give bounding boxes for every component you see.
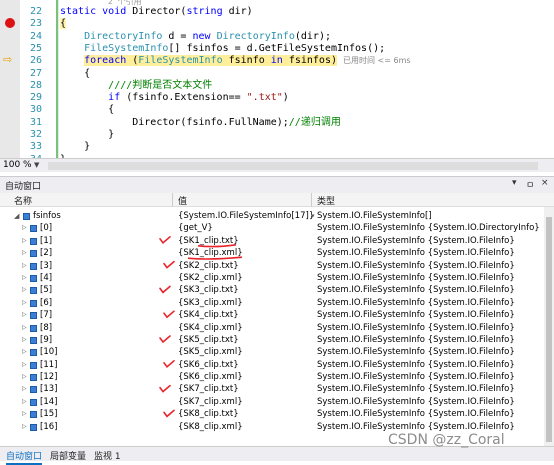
code-editor[interactable]: ⇨ 22 static void Director(string dir) 2 个引… [0, 0, 554, 158]
line-number: 22 [29, 6, 42, 17]
checkmark-annotation [163, 409, 175, 418]
underline-annotation [197, 244, 237, 248]
tab-autos[interactable]: 自动窗口 [6, 449, 43, 465]
code-text: static void Director(string dir) [60, 6, 253, 17]
checkmark-annotation [159, 335, 171, 344]
code-line[interactable]: 29 if (fsinfo.Extension== ".txt") [0, 92, 554, 104]
code-text: Director(fsinfo.FullName);//递归调用 [60, 116, 341, 128]
zoom-bar: 100 % ▼ [0, 158, 554, 172]
line-number: 32 [29, 129, 42, 140]
checkmark-annotation [163, 360, 175, 368]
checkmark-annotation [159, 285, 171, 294]
line-number: 31 [29, 116, 42, 128]
line-number: 24 [29, 30, 42, 42]
watermark: CSDN @zz_Coral [388, 432, 505, 448]
line-number: 25 [29, 42, 42, 54]
autos-window: 自动窗口 ▾ ㅁ × 名称 值 类型 ◢ fsinfos {System.IO.Fi… [0, 176, 554, 447]
code-text: FileSystemInfo[] fsinfos = d.GetFileSyst… [84, 42, 386, 54]
horizontal-scrollbar[interactable] [48, 162, 538, 170]
code-line[interactable]: 31 Director(fsinfo.FullName);//递归调用 [0, 117, 554, 129]
code-line[interactable]: 24 DirectoryInfo d = new DirectoryInfo(d… [0, 31, 554, 43]
checkmark-annotation [159, 384, 171, 393]
line-number: 27 [29, 67, 42, 79]
line-number: 30 [29, 104, 42, 116]
line-number: 29 [29, 92, 42, 104]
code-text: } [60, 129, 115, 140]
checkmark-annotation [163, 310, 175, 319]
code-line[interactable]: 22 static void Director(string dir) [0, 6, 554, 18]
code-text: { [60, 67, 91, 79]
code-line[interactable]: 26 foreach (FileSystemInfo fsinfo in fsi… [0, 55, 554, 67]
chevron-down-icon[interactable]: ▼ [34, 161, 39, 169]
line-number: 33 [29, 141, 42, 153]
tab-locals[interactable]: 局部变量 [50, 449, 86, 462]
line-number: 28 [29, 79, 42, 91]
line-number: 26 [29, 55, 42, 67]
perf-tip: 已用时间 <= 6ms [343, 56, 411, 66]
code-text: foreach (FileSystemInfo fsinfo in fsinfo… [84, 55, 411, 67]
code-line[interactable]: 27 { [0, 68, 554, 80]
code-line[interactable]: 28 ////判断是否文本文件 [0, 80, 554, 92]
code-line[interactable]: 33 } [0, 141, 554, 153]
code-line[interactable]: 23 { [0, 18, 554, 30]
code-line[interactable]: 25 FileSystemInfo[] fsinfos = d.GetFileS… [0, 43, 554, 55]
code-text: ////判断是否文本文件 [108, 79, 213, 91]
code-text: if (fsinfo.Extension== ".txt") [108, 92, 289, 104]
line-number: 23 [29, 18, 42, 30]
tab-watch-1[interactable]: 监视 1 [94, 449, 121, 462]
code-line[interactable]: 32 } [0, 129, 554, 141]
zoom-level[interactable]: 100 % [3, 160, 32, 170]
code-text: { [60, 18, 67, 30]
code-line[interactable]: 30 { [0, 104, 554, 116]
underline-annotation [187, 256, 243, 260]
code-text: DirectoryInfo d = new DirectoryInfo(dir)… [84, 30, 331, 42]
references-codelens[interactable]: 2 个引用 [108, 0, 142, 8]
checkmark-annotation [159, 236, 171, 244]
checkmark-annotation [163, 260, 175, 269]
code-text: { [60, 104, 115, 116]
debug-tabs: 自动窗口 局部变量 监视 1 [0, 446, 554, 465]
annotation-marks [159, 236, 243, 418]
code-text: } [60, 141, 91, 153]
